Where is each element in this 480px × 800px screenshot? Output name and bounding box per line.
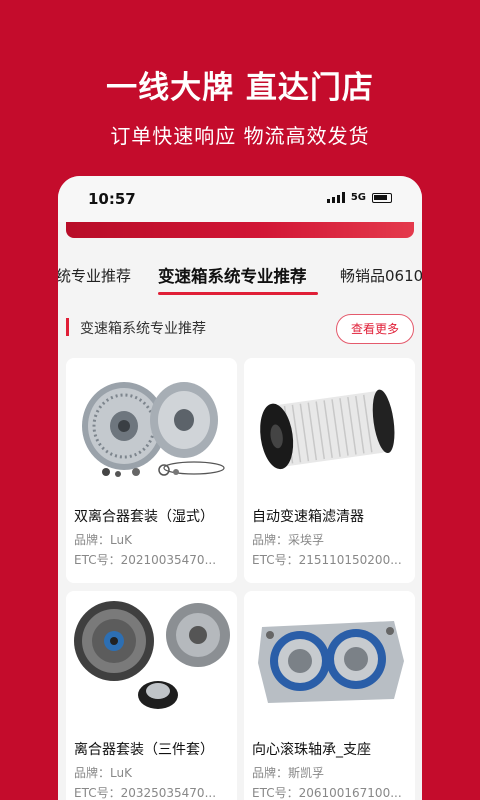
product-etc: ETC号：215110150200... (252, 553, 402, 567)
product-card[interactable]: 离合器套装（三件套） 品牌：LuK ETC号：20325035470... (66, 591, 237, 800)
view-more-button[interactable]: 查看更多 (335, 314, 414, 344)
product-card[interactable]: 双离合器套装（湿式） 品牌：LuK ETC号：20210035470... (66, 358, 237, 583)
tab-system-recommend[interactable]: 统专业推荐 (58, 265, 131, 286)
status-time: 10:57 (88, 190, 136, 208)
product-etc: ETC号：20210035470... (74, 553, 217, 567)
section-title: 变速箱系统专业推荐 (80, 321, 206, 337)
banner[interactable] (66, 222, 414, 238)
product-etc: ETC号：206100167100... (252, 786, 402, 800)
transmission-filter-image (260, 389, 395, 470)
tab-bestseller[interactable]: 畅销品0610 (340, 265, 422, 286)
product-card[interactable]: 自动变速箱滤清器 品牌：采埃孚 ETC号：215110150200... (244, 358, 415, 583)
status-bar: 10:57 5G (58, 176, 422, 222)
category-tabs: 统专业推荐 变速箱系统专业推荐 畅销品0610 (58, 262, 422, 302)
promo-title: 一线大牌 直达门店 (106, 70, 374, 106)
ball-bearing-support-image (258, 621, 404, 703)
product-brand: 品牌：采埃孚 (252, 533, 325, 547)
active-tab-indicator (158, 292, 318, 295)
promo-subtitle: 订单快速响应 物流高效发货 (110, 124, 370, 148)
product-brand: 品牌：LuK (74, 533, 132, 547)
dual-clutch-image (82, 382, 225, 477)
section-accent-bar (66, 318, 69, 336)
product-card[interactable]: 向心滚珠轴承_支座 品牌：斯凯孚 ETC号：206100167100... (244, 591, 415, 800)
product-brand: 品牌：斯凯孚 (252, 766, 325, 780)
product-etc: ETC号：20325035470... (74, 786, 217, 800)
product-name: 离合器套装（三件套） (74, 742, 214, 758)
signal-icon (326, 192, 345, 203)
battery-icon (372, 193, 392, 203)
product-name: 双离合器套装（湿式） (74, 509, 214, 525)
tab-gearbox-recommend[interactable]: 变速箱系统专业推荐 (158, 263, 307, 287)
product-brand: 品牌：LuK (74, 766, 132, 780)
network-label: 5G (350, 192, 366, 203)
product-name: 自动变速箱滤清器 (252, 509, 364, 525)
section-header: 变速箱系统专业推荐 查看更多 (66, 314, 414, 344)
clutch-kit-image (74, 601, 230, 709)
product-name: 向心滚珠轴承_支座 (252, 742, 371, 758)
phone-screen: 10:57 5G 统专业推荐 变速箱系统专业推荐 畅销品0610 变速箱系统专业… (58, 176, 422, 800)
status-icons: 5G (326, 192, 392, 203)
